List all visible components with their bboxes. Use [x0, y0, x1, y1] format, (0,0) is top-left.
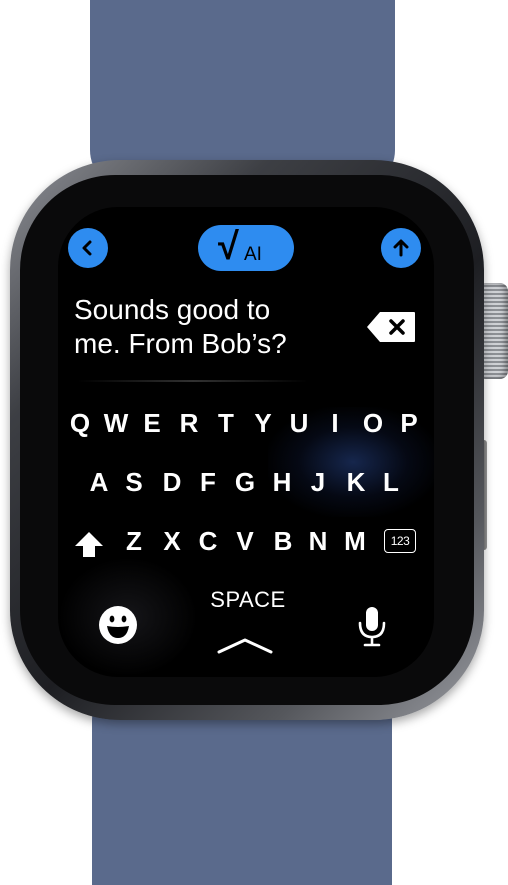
space-key[interactable]: SPACE: [188, 587, 308, 613]
key-d[interactable]: D: [157, 464, 187, 500]
key-u[interactable]: U: [284, 405, 314, 441]
checkmark-icon: √: [218, 226, 239, 268]
key-row-3: Z X C V B N M: [58, 523, 434, 559]
ai-suggest-button[interactable]: √ AI: [198, 225, 294, 271]
microphone-icon[interactable]: [355, 605, 389, 647]
key-e[interactable]: E: [137, 405, 167, 441]
delete-icon[interactable]: [366, 311, 416, 343]
key-f[interactable]: F: [193, 464, 223, 500]
message-line-1: Sounds good to: [74, 294, 271, 325]
key-g[interactable]: G: [230, 464, 260, 500]
key-i[interactable]: I: [320, 405, 350, 441]
arrow-up-icon: [393, 239, 409, 257]
ai-label: AI: [244, 244, 262, 265]
key-l[interactable]: L: [376, 464, 406, 500]
chevron-left-icon: [82, 240, 92, 256]
key-z[interactable]: Z: [119, 523, 149, 559]
key-y[interactable]: Y: [248, 405, 278, 441]
key-row-1: Q W E R T Y U I O P: [58, 405, 434, 441]
key-o[interactable]: O: [358, 405, 388, 441]
key-b[interactable]: B: [268, 523, 298, 559]
key-p[interactable]: P: [394, 405, 424, 441]
emoji-icon[interactable]: [98, 605, 138, 645]
key-x[interactable]: X: [157, 523, 187, 559]
text-divider: [78, 380, 308, 382]
back-button[interactable]: [68, 228, 108, 268]
key-m[interactable]: M: [340, 523, 370, 559]
key-q[interactable]: Q: [65, 405, 95, 441]
watch-screen: √ AI Sounds good to me. From Bob’s? Q W …: [58, 207, 434, 677]
key-s[interactable]: S: [119, 464, 149, 500]
key-j[interactable]: J: [303, 464, 333, 500]
watch-mockup: √ AI Sounds good to me. From Bob’s? Q W …: [0, 0, 508, 885]
key-k[interactable]: K: [341, 464, 371, 500]
key-c[interactable]: C: [193, 523, 223, 559]
message-text: Sounds good to me. From Bob’s?: [74, 293, 344, 361]
send-button[interactable]: [381, 228, 421, 268]
key-r[interactable]: R: [174, 405, 204, 441]
key-v[interactable]: V: [230, 523, 260, 559]
key-h[interactable]: H: [267, 464, 297, 500]
key-row-2: A S D F G H J K L: [58, 464, 434, 500]
key-n[interactable]: N: [303, 523, 333, 559]
key-t[interactable]: T: [211, 405, 241, 441]
message-line-2: me. From Bob’s?: [74, 328, 287, 359]
chevron-up-icon[interactable]: [216, 635, 274, 655]
key-a[interactable]: A: [84, 464, 114, 500]
key-w[interactable]: W: [101, 405, 131, 441]
numbers-key[interactable]: 123: [384, 529, 416, 553]
